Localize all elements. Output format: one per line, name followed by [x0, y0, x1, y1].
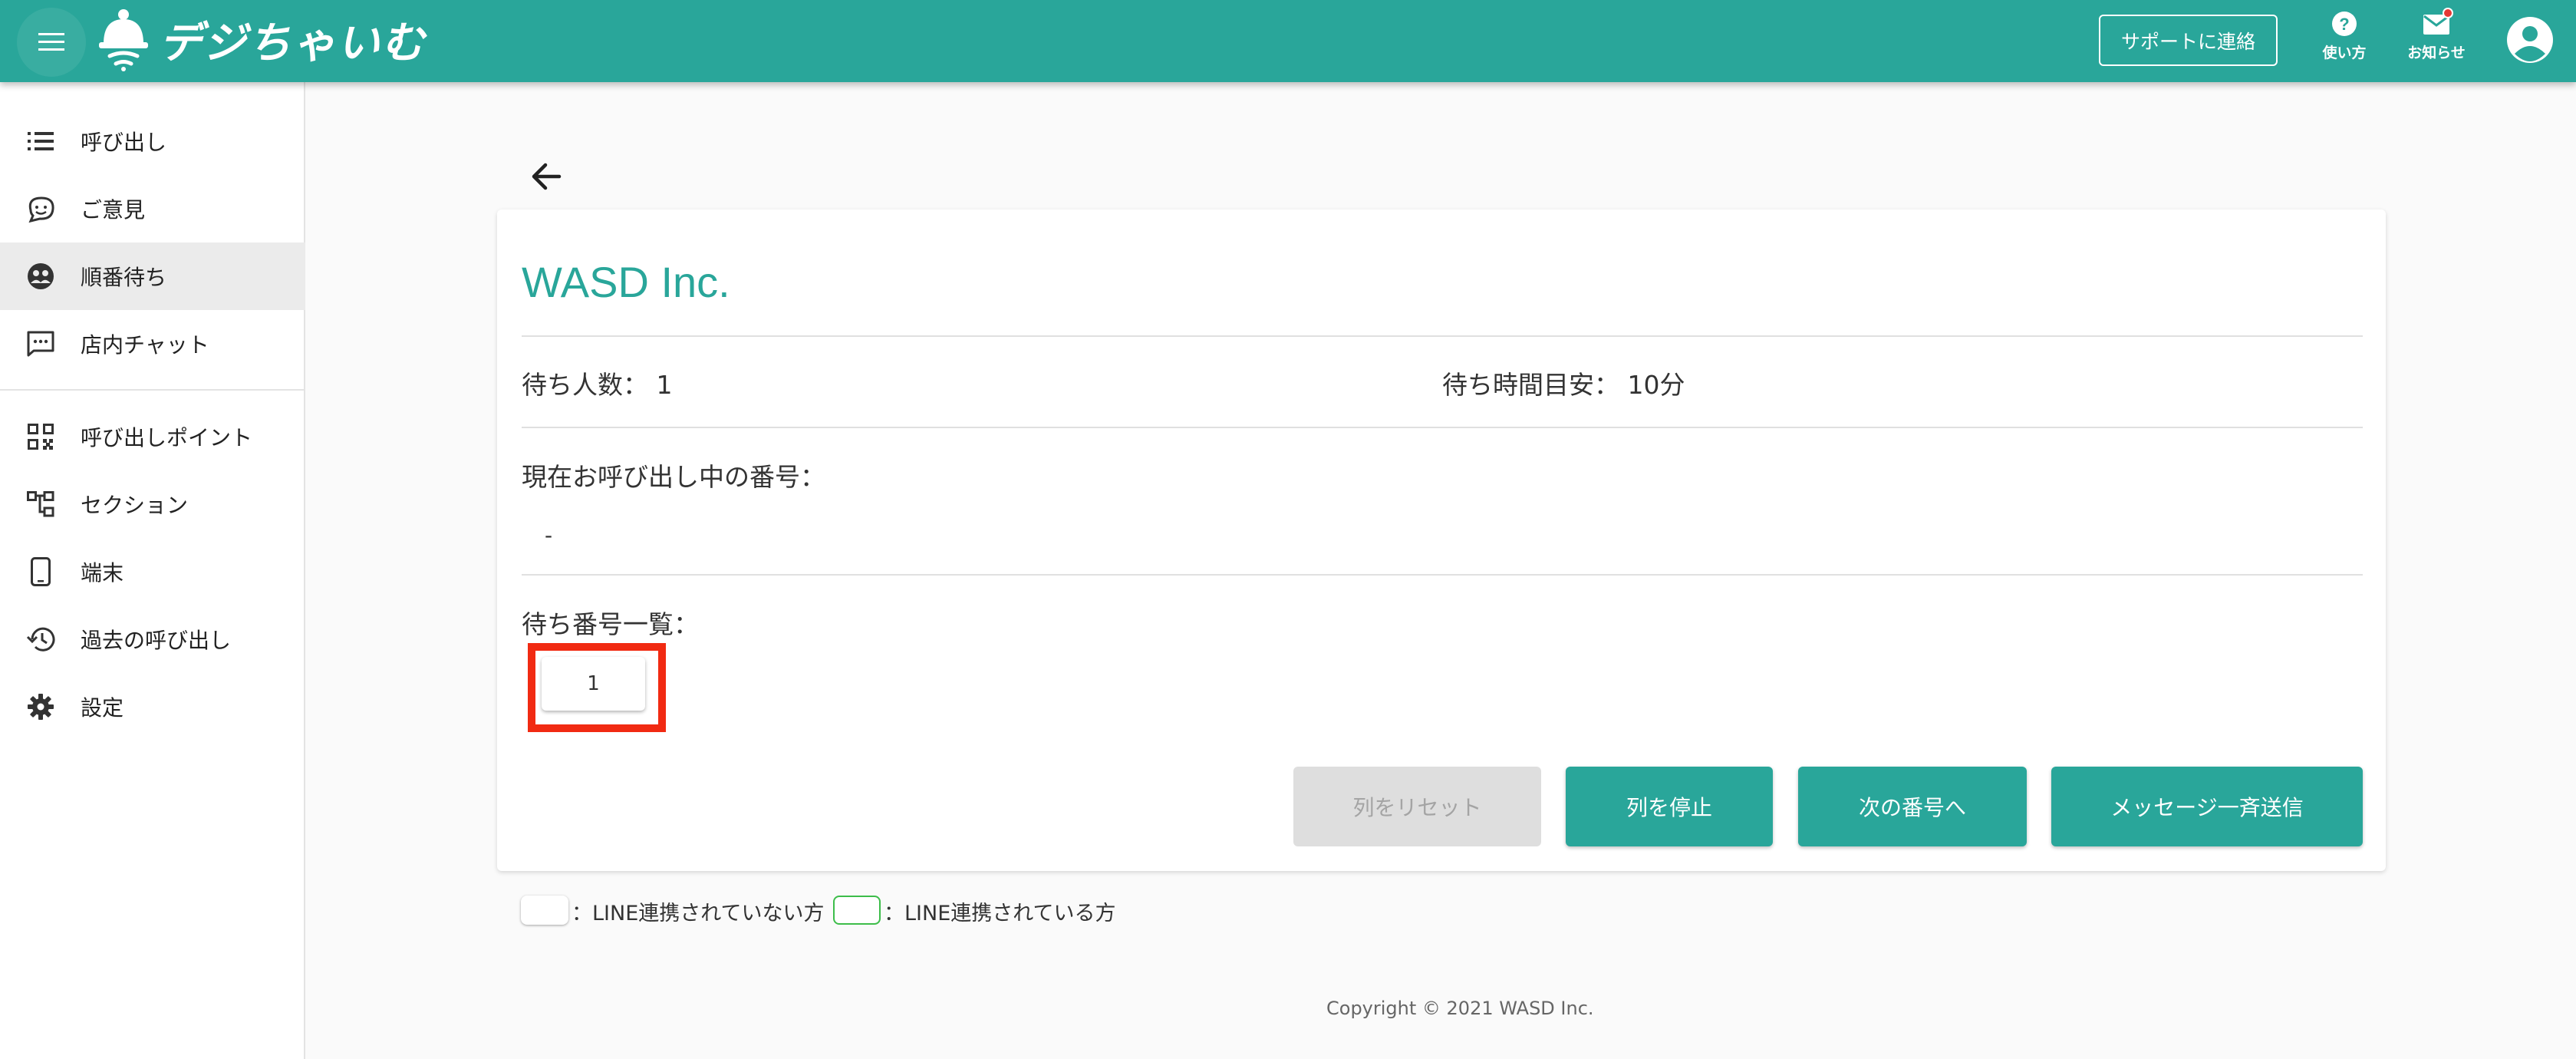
sidebar-item-feedback[interactable]: ご意見	[0, 175, 305, 242]
sidebar-item-chat[interactable]: 店内チャット	[0, 310, 305, 378]
section-icon	[27, 491, 54, 517]
gear-icon	[28, 694, 54, 720]
sidebar-item-history[interactable]: 過去の呼び出し	[0, 605, 305, 673]
sidebar-item-settings[interactable]: 設定	[0, 673, 305, 741]
sidebar-item-label: ご意見	[81, 197, 146, 223]
sidebar-item-label: 呼び出し	[81, 130, 167, 155]
broadcast-message-button[interactable]: メッセージ一斉送信	[2051, 767, 2363, 846]
sidebar-item-label: 順番待ち	[81, 265, 167, 290]
current-number-value: -	[545, 523, 553, 548]
reset-queue-button[interactable]: 列をリセット	[1293, 767, 1541, 846]
divider	[522, 574, 2363, 576]
wait-time-label: 待ち時間目安：	[1442, 370, 1619, 400]
account-icon	[2507, 17, 2553, 63]
sidebar-item-label: 店内チャット	[81, 332, 209, 358]
back-button[interactable]	[524, 153, 570, 200]
wait-time: 待ち時間目安： 10分	[1442, 365, 1685, 401]
queue-icon	[28, 263, 54, 289]
queue-card: WASD Inc. 待ち人数： 1 待ち時間目安： 10分 現在お呼び出し中の番…	[497, 209, 2386, 871]
sidebar-item-device[interactable]: 端末	[0, 538, 305, 605]
divider	[522, 335, 2363, 337]
divider	[522, 427, 2363, 428]
app-header: デジちゃいむ サポートに連絡 ? 使い方 お知らせ	[0, 0, 2576, 82]
qr-code-icon	[28, 424, 54, 450]
phone-icon	[31, 557, 51, 586]
history-icon	[26, 627, 55, 652]
arrow-left-icon	[532, 163, 562, 190]
account-button[interactable]	[2505, 15, 2555, 64]
notice-label: お知らせ	[2407, 45, 2466, 61]
copyright: Copyright © 2021 WASD Inc.	[1326, 998, 1594, 1019]
store-name: WASD Inc.	[522, 258, 730, 306]
feedback-icon	[28, 196, 54, 223]
sidebar-item-call[interactable]: 呼び出し	[0, 107, 305, 175]
help-label: 使い方	[2322, 45, 2367, 61]
chat-icon	[27, 331, 54, 357]
sidebar-item-label: 端末	[81, 560, 124, 586]
notification-badge	[2443, 8, 2453, 18]
waiting-count: 待ち人数： 1	[522, 365, 673, 401]
menu-icon	[38, 33, 64, 51]
waiting-count-label: 待ち人数：	[522, 370, 648, 400]
svg-text:?: ?	[2339, 15, 2349, 34]
legend-not-linked-label: ：LINE連携されていない方	[572, 902, 825, 925]
app-logo[interactable]: デジちゃいむ	[96, 5, 426, 74]
help-button[interactable]: ? 使い方	[2298, 11, 2390, 72]
legend-not-linked-swatch	[521, 896, 568, 925]
sidebar-item-section[interactable]: セクション	[0, 470, 305, 538]
sidebar: 呼び出し ご意見 順番待ち 店内チャット 呼び出しポイント セクション 端末 過…	[0, 82, 305, 1059]
sidebar-item-label: セクション	[81, 493, 189, 518]
bell-logo-icon	[99, 9, 148, 71]
menu-button[interactable]	[17, 8, 86, 77]
app-name: デジちゃいむ	[159, 18, 426, 68]
wait-time-value: 10分	[1627, 370, 1685, 400]
sidebar-item-call-point[interactable]: 呼び出しポイント	[0, 403, 305, 470]
sidebar-item-label: 設定	[81, 695, 124, 721]
legend-linked-label: ：LINE連携されている方	[884, 902, 1116, 925]
sidebar-item-label: 過去の呼び出し	[81, 628, 232, 653]
support-contact-button[interactable]: サポートに連絡	[2099, 15, 2278, 66]
stop-queue-button[interactable]: 列を停止	[1566, 767, 1773, 846]
sidebar-item-queue[interactable]: 順番待ち	[0, 242, 305, 310]
sidebar-item-label: 呼び出しポイント	[81, 425, 253, 450]
waiting-ticket[interactable]: 1	[542, 657, 645, 711]
help-icon: ?	[2332, 12, 2357, 36]
waiting-list-label: 待ち番号一覧：	[522, 609, 699, 639]
waiting-count-value: 1	[656, 370, 673, 400]
legend-linked-swatch	[833, 896, 881, 925]
next-number-button[interactable]: 次の番号へ	[1798, 767, 2027, 846]
current-number-label: 現在お呼び出し中の番号：	[522, 462, 825, 492]
notice-button[interactable]: お知らせ	[2390, 8, 2482, 72]
sidebar-divider	[0, 389, 305, 391]
list-icon	[28, 132, 54, 150]
